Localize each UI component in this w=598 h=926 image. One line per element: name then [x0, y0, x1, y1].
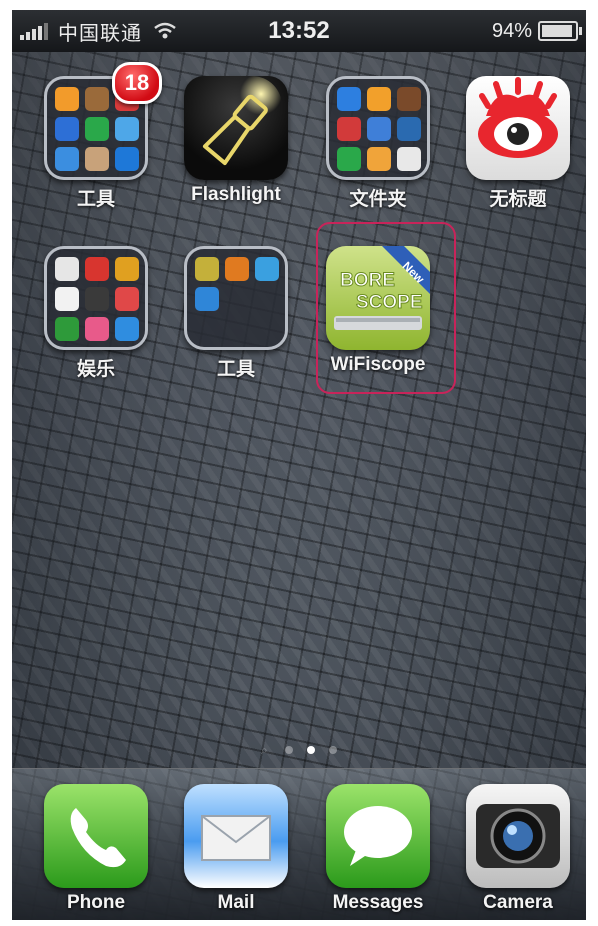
app-label: Messages — [332, 892, 424, 913]
wifi-icon — [154, 22, 176, 40]
folder-files[interactable]: 文件夹 — [318, 76, 438, 211]
app-label: Mail — [217, 892, 255, 913]
phone-icon — [44, 784, 148, 888]
app-label: Phone — [66, 892, 126, 913]
app-label: Camera — [483, 892, 553, 913]
page-dot-active[interactable] — [307, 746, 315, 754]
page-indicator[interactable]: ⌕ — [12, 744, 586, 756]
folder-icon — [184, 246, 288, 350]
signal-strength-icon — [20, 22, 48, 40]
messages-icon — [326, 784, 430, 888]
folder-icon — [44, 246, 148, 350]
app-label: 娱乐 — [76, 359, 115, 380]
battery-icon — [538, 21, 582, 41]
app-label: Flashlight — [191, 184, 281, 205]
weibo-eye-icon — [466, 76, 570, 180]
dock-phone[interactable]: Phone — [36, 784, 156, 914]
folder-tools[interactable]: 18 工具 — [36, 62, 162, 211]
dock-messages[interactable]: Messages — [318, 784, 438, 914]
notification-badge: 18 — [112, 62, 162, 104]
page-dot[interactable] — [285, 746, 293, 754]
status-bar: 中国联通 13:52 94% — [12, 10, 586, 52]
carrier-name: 中国联通 — [58, 22, 142, 45]
dock-mail[interactable]: Mail — [176, 784, 296, 914]
folder-entertainment[interactable]: 娱乐 — [36, 246, 156, 381]
app-label: 文件夹 — [349, 189, 407, 210]
folder-icon — [326, 76, 430, 180]
mail-icon — [184, 784, 288, 888]
app-label: 工具 — [216, 359, 255, 380]
spotlight-search-icon[interactable]: ⌕ — [261, 744, 271, 756]
camera-icon — [466, 784, 570, 888]
home-screen: 中国联通 13:52 94% 18 工具 Flashlight 文件夹 无标题 … — [12, 10, 586, 920]
folder-tools-2[interactable]: 工具 — [176, 246, 296, 381]
highlight-annotation — [316, 222, 456, 394]
battery-percentage: 94% — [491, 19, 532, 42]
app-weibo[interactable]: 无标题 — [458, 76, 578, 211]
flashlight-icon — [184, 76, 288, 180]
app-flashlight[interactable]: Flashlight — [176, 76, 296, 206]
page-dot[interactable] — [329, 746, 337, 754]
app-label: 无标题 — [489, 189, 547, 210]
dock-camera[interactable]: Camera — [458, 784, 578, 914]
app-label: 工具 — [76, 189, 115, 210]
